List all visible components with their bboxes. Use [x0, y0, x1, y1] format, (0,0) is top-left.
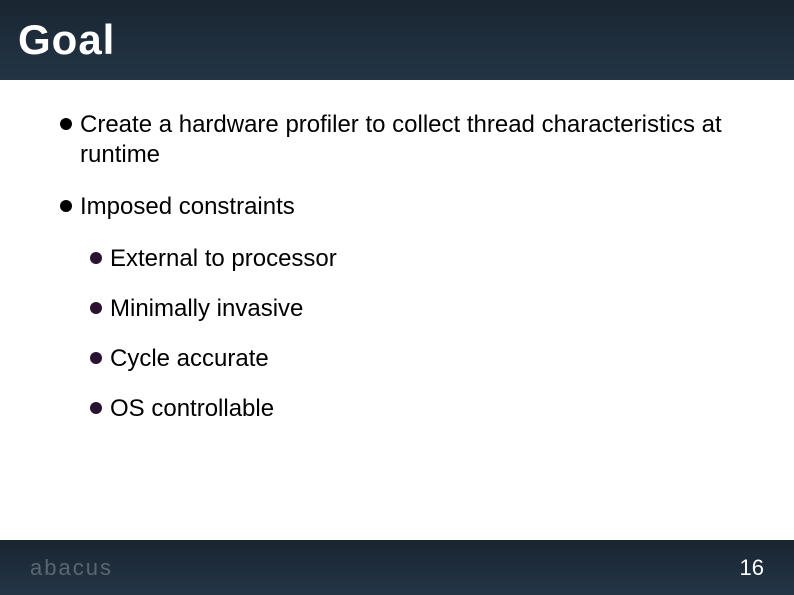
bullet-item-sub: External to processor [60, 244, 734, 274]
bullet-icon [60, 118, 72, 130]
bullet-icon [60, 200, 72, 212]
bullet-icon [90, 252, 102, 264]
bullet-icon [90, 352, 102, 364]
bullet-icon [90, 302, 102, 314]
bullet-item-sub: Cycle accurate [60, 344, 734, 374]
bullet-text: Cycle accurate [110, 344, 734, 374]
slide-title: Goal [18, 16, 115, 64]
page-number: 16 [740, 555, 764, 581]
bullet-item: Imposed constraints [60, 192, 734, 222]
bullet-item-sub: OS controllable [60, 394, 734, 424]
bullet-text: OS controllable [110, 394, 734, 424]
footer-logo: abacus [30, 555, 113, 581]
bullet-item: Create a hardware profiler to collect th… [60, 110, 734, 170]
footer-bar: abacus 16 [0, 540, 794, 595]
bullet-text: Imposed constraints [80, 192, 734, 222]
slide-content: Create a hardware profiler to collect th… [0, 80, 794, 424]
title-bar: Goal [0, 0, 794, 80]
bullet-text: External to processor [110, 244, 734, 274]
bullet-icon [90, 402, 102, 414]
bullet-text: Minimally invasive [110, 294, 734, 324]
bullet-item-sub: Minimally invasive [60, 294, 734, 324]
bullet-text: Create a hardware profiler to collect th… [80, 110, 734, 170]
